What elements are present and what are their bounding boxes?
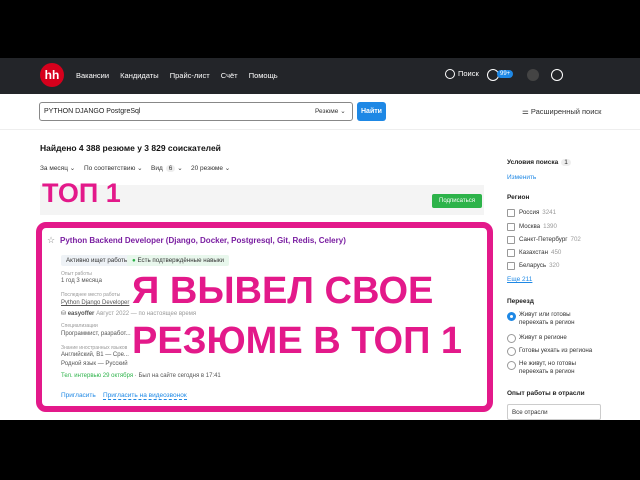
nav-pricelist[interactable]: Прайс-лист (170, 71, 210, 80)
bell-icon[interactable] (527, 69, 539, 81)
relocation-title: Переезд (507, 298, 534, 305)
filter-sort[interactable]: По соответствию ⌄ (84, 164, 143, 172)
change-conditions-link[interactable]: Изменить (507, 174, 536, 181)
industry-title: Опыт работы в отрасли (507, 390, 585, 397)
filter-period[interactable]: За месяц ⌄ (40, 164, 75, 172)
region-option[interactable]: Беларусь 320 (519, 262, 559, 270)
region-checkbox[interactable] (507, 236, 515, 244)
filter-per-page[interactable]: 20 резюме ⌄ (191, 164, 230, 172)
region-checkbox[interactable] (507, 209, 515, 217)
nav-account[interactable]: Счёт (221, 71, 238, 80)
nav-vacancies[interactable]: Вакансии (76, 71, 109, 80)
region-option[interactable]: Казахстан 450 (519, 249, 561, 257)
hh-logo[interactable]: hh (40, 63, 64, 87)
industry-select[interactable]: Все отрасли (507, 404, 601, 420)
relocation-option[interactable]: Готовы уехать из региона (519, 347, 592, 355)
region-title: Регион (507, 194, 530, 201)
search-icon[interactable] (445, 69, 455, 79)
region-option[interactable]: Москва 1390 (519, 223, 557, 231)
results-count: Найдено 4 388 резюме у 3 829 соискателей (40, 143, 221, 153)
find-button[interactable]: Найти (357, 102, 386, 121)
header-search-label[interactable]: Поиск (458, 69, 479, 78)
overlay-top1-text: ТОП 1 (42, 178, 121, 208)
more-regions-link[interactable]: Еще 211 (507, 276, 532, 283)
relocation-option[interactable]: Не живут, но готовы переехать в регион (519, 360, 589, 376)
sliders-icon: ⚌ (522, 107, 529, 116)
nav-help[interactable]: Помощь (249, 71, 278, 80)
region-option[interactable]: Россия 3241 (519, 209, 556, 217)
relocation-radio[interactable] (507, 347, 516, 356)
relocation-radio[interactable] (507, 361, 516, 370)
notifications-badge: 99+ (497, 70, 514, 78)
search-input[interactable]: PYTHON DJANGO PostgreSql (39, 102, 353, 121)
subscribe-button[interactable]: Подписаться (432, 194, 482, 208)
region-option[interactable]: Санкт-Петербург 702 (519, 236, 581, 244)
region-checkbox[interactable] (507, 223, 515, 231)
highlight-frame (36, 222, 493, 412)
main-nav: Вакансии Кандидаты Прайс-лист Счёт Помощ… (76, 71, 287, 80)
relocation-option[interactable]: Живут или готовы переехать в регион (519, 311, 589, 327)
relocation-radio[interactable] (507, 334, 516, 343)
conditions-title: Условия поиска 1 (507, 159, 571, 166)
filter-view[interactable]: Вид 6 ⌄ (151, 164, 183, 172)
region-checkbox[interactable] (507, 262, 515, 270)
relocation-radio[interactable] (507, 312, 516, 321)
search-scope-select[interactable]: Резюме ⌄ (315, 107, 346, 115)
relocation-option[interactable]: Живут в регионе (519, 334, 567, 342)
nav-candidates[interactable]: Кандидаты (120, 71, 158, 80)
region-checkbox[interactable] (507, 249, 515, 257)
profile-icon[interactable] (551, 69, 563, 81)
advanced-search-link[interactable]: ⚌ Расширенный поиск (522, 107, 601, 116)
